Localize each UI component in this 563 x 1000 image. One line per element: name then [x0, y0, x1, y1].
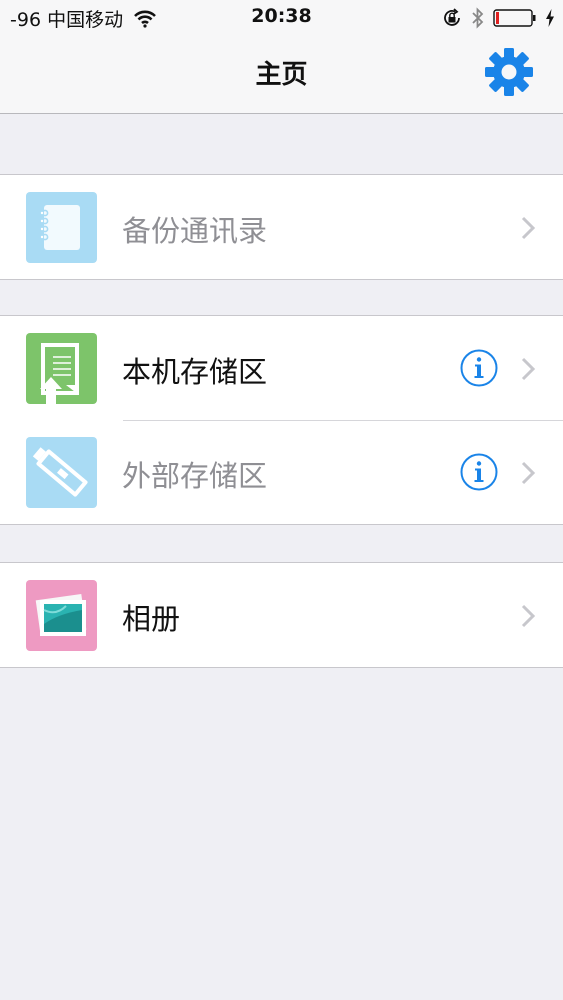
menu-item-external-storage[interactable]: 外部存储区	[0, 420, 563, 524]
charging-bolt-icon	[546, 9, 554, 27]
battery-icon	[493, 9, 536, 27]
section-storage: 本机存储区 外部存储区	[0, 315, 563, 525]
gear-icon[interactable]	[484, 47, 534, 97]
chevron-right-icon	[521, 461, 536, 485]
chevron-right-icon	[521, 604, 536, 628]
status-bar: -96 中国移动 20:38	[0, 0, 563, 36]
nav-bar: 主页	[0, 36, 563, 114]
info-icon[interactable]	[460, 453, 498, 491]
external-storage-icon	[26, 437, 97, 508]
menu-item-label: 备份通讯录	[122, 214, 268, 248]
section-album: 相册	[0, 562, 563, 668]
menu-item-backup-contacts[interactable]: 备份通讯录	[0, 175, 563, 279]
menu-item-photo-album[interactable]: 相册	[0, 563, 563, 667]
menu-item-label: 相册	[122, 602, 181, 636]
menu-item-label: 本机存储区	[122, 355, 268, 389]
page-title: 主页	[255, 60, 308, 90]
menu-item-local-storage[interactable]: 本机存储区	[0, 316, 563, 420]
orientation-lock-icon	[444, 8, 460, 26]
menu-item-label: 外部存储区	[122, 459, 268, 493]
chevron-right-icon	[521, 357, 536, 381]
chevron-right-icon	[521, 216, 536, 240]
bluetooth-icon	[472, 7, 484, 29]
info-icon[interactable]	[460, 349, 498, 387]
contacts-notebook-icon	[26, 192, 97, 263]
photo-album-icon	[26, 580, 97, 651]
local-storage-icon	[26, 333, 97, 404]
status-right-group	[441, 6, 555, 30]
section-backup: 备份通讯录	[0, 174, 563, 280]
